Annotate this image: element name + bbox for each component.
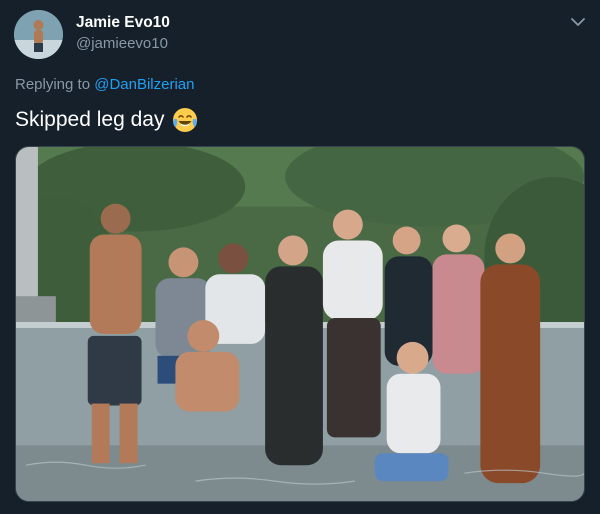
avatar-image [14,10,63,59]
chevron-down-icon [571,17,585,26]
group-photo [16,147,584,501]
display-name[interactable]: Jamie Evo10 [76,14,170,32]
avatar[interactable] [14,10,63,59]
tweet-card: Jamie Evo10 @jamieevo10 Replying to @Dan… [0,0,600,514]
tweet-body: Skipped leg day [15,108,165,131]
replying-to: Replying to @DanBilzerian [15,76,195,94]
user-handle[interactable]: @jamieevo10 [76,35,168,53]
replying-to-label: Replying to [15,76,95,93]
mention-link[interactable]: @DanBilzerian [94,76,194,93]
more-options-button[interactable] [568,14,588,30]
tweet-photo[interactable] [15,146,585,502]
tweet-text: Skipped leg day [15,106,198,134]
face-with-tears-of-joy-icon [173,108,198,132]
